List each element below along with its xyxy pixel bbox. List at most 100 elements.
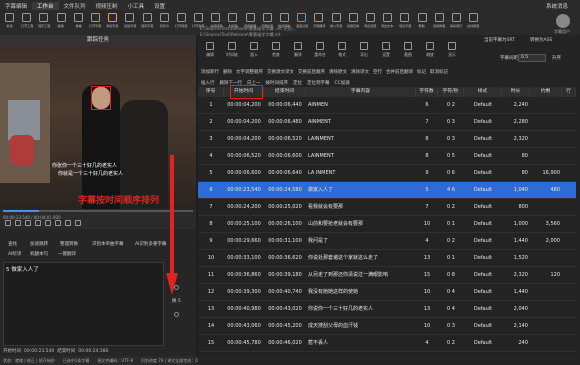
column-header[interactable]: 序号 <box>198 87 224 97</box>
panel-action-11[interactable]: 显示 <box>442 40 462 58</box>
cell-text[interactable]: AINMENT <box>308 114 414 131</box>
grid-tool2-0[interactable]: 插入行 <box>201 80 215 86</box>
toolbar-button-17[interactable]: 语音识别 <box>294 11 309 29</box>
cell-text[interactable]: 我没有她她这样的使她 <box>308 284 414 301</box>
column-header[interactable]: 样式 <box>464 87 502 97</box>
panel-action-6[interactable]: 格式 <box>332 40 352 58</box>
grid-tool-3[interactable]: 交换源文译文 <box>267 69 294 75</box>
menu-settings[interactable]: 设置 <box>149 2 170 10</box>
toolbar-button-10[interactable]: 打开视频 <box>174 11 189 29</box>
toolbar-button-27[interactable]: 在线客服 <box>466 11 481 29</box>
toolbar-button-19[interactable]: 嵌入字幕 <box>329 11 344 29</box>
panel-action-5[interactable]: 重命名 <box>310 40 330 58</box>
speed-icon[interactable] <box>55 220 61 226</box>
speed-jump-button[interactable]: 加速跳转 <box>30 241 48 247</box>
grid-tool2-5[interactable]: 定位到字幕 <box>307 80 330 86</box>
convert-ass-button[interactable]: 转换为ASS <box>530 37 552 43</box>
table-row[interactable]: 15 00:00:45,780 00:00:46,020 惹不丢人 4 0 2 Defaul… <box>198 335 576 352</box>
ai-multi-button[interactable]: AI识别多重字幕 <box>135 241 166 247</box>
ai-listen-button[interactable]: AI听译 <box>8 251 21 257</box>
menu-workbench[interactable]: 工作台 <box>32 1 59 10</box>
grid-tool-8[interactable]: 合并前后翻译 <box>386 69 413 75</box>
prev-icon[interactable] <box>25 220 31 226</box>
panel-action-2[interactable]: 插入 <box>244 40 264 58</box>
toolbar-button-8[interactable]: 保存字幕 <box>140 11 155 29</box>
panel-action-9[interactable]: 截图 <box>398 40 418 58</box>
next-icon[interactable] <box>35 220 41 226</box>
toolbar-button-6[interactable]: 添加字幕 <box>105 11 120 29</box>
toolbar-button-26[interactable]: 联系我们 <box>449 11 464 29</box>
grid-tool-7[interactable]: 空行 <box>373 69 382 75</box>
menu-video-compress[interactable]: 视频压制 <box>91 2 123 10</box>
panel-action-10[interactable]: 缩放 <box>420 40 440 58</box>
sort-order-label[interactable]: 升序 <box>552 55 561 61</box>
column-header[interactable]: 约剩 <box>530 87 562 97</box>
toolbar-button-2[interactable]: 保存工程 <box>36 11 51 29</box>
table-row[interactable]: 1 00:00:04,200 00:00:06,440 AINMEN 6 0 2 Defau… <box>198 97 576 114</box>
zoom-label[interactable]: 换 5 <box>172 298 181 304</box>
grid-tool-6[interactable]: 清除译文 <box>351 69 369 75</box>
menu-tools[interactable]: 小工具 <box>123 2 150 10</box>
panel-action-4[interactable]: 翻译 <box>288 40 308 58</box>
panel-action-3[interactable]: 检查 <box>266 40 286 58</box>
start-time-field[interactable]: 00:00:23.540 <box>24 349 54 354</box>
table-row[interactable]: 14 00:00:43,060 00:00:45,200 成天搜刮父母的血汗钱 10 0 … <box>198 318 576 335</box>
machine-translate-button[interactable]: 机翻本句 <box>30 251 48 257</box>
toolbar-button-0[interactable]: 新建 <box>2 11 17 29</box>
toolbar-button-5[interactable]: 打开字幕 <box>88 11 103 29</box>
grid-tool-5[interactable]: 清除原文 <box>329 69 347 75</box>
toolbar-button-21[interactable]: 导出音频 <box>363 11 378 29</box>
cell-text[interactable]: 做家入人了 <box>308 182 414 199</box>
toolbar-button-20[interactable]: 批量压制 <box>346 11 361 29</box>
cell-text[interactable]: LAINMENT <box>308 131 414 148</box>
toolbar-button-1[interactable]: 打开工程 <box>19 11 34 29</box>
cell-text[interactable]: AINMEN <box>308 97 414 114</box>
toolbar-button-18[interactable]: 字幕翻译 <box>311 11 326 29</box>
gap-value-field[interactable]: 0.5 <box>518 54 546 62</box>
column-header[interactable]: 字符数 <box>416 87 438 97</box>
cell-text[interactable]: 成天搜刮父母的血汗钱 <box>308 318 414 335</box>
grid-tool-4[interactable]: 交换前后顺序 <box>298 69 325 75</box>
toolbar-button-4[interactable]: 重做 <box>71 11 86 29</box>
toolbar-button-25[interactable]: 使用教程 <box>432 11 447 29</box>
grid-tool2-3[interactable]: 按时间排序 <box>266 80 289 86</box>
table-row[interactable]: 3 00:00:04,200 00:00:06,520 LAINMENT 8 0 3 Def… <box>198 131 576 148</box>
toolbar-button-22[interactable]: 导出文本 <box>380 11 395 29</box>
column-header[interactable]: 行 <box>562 87 576 97</box>
grid-tool2-6[interactable]: CC加速 <box>335 80 350 86</box>
column-header[interactable]: 字符/秒 <box>438 87 464 97</box>
cell-text[interactable]: 惹不丢人 <box>308 335 414 352</box>
table-row[interactable]: 2 00:00:04,200 00:00:06,480 AINMENT 7 0 3 Defa… <box>198 114 576 131</box>
play-icon[interactable] <box>5 220 11 226</box>
table-row[interactable]: 10 00:00:33,100 00:00:36,620 你说处那套诸这个家就这么走了… <box>198 250 576 267</box>
system-message[interactable]: 系统消息 <box>546 2 580 10</box>
table-row[interactable]: 9 00:00:29,660 00:00:31,100 我问是了 4 0 2 Default… <box>198 233 576 250</box>
cell-text[interactable]: LAINMENT <box>308 148 414 165</box>
end-time-field[interactable]: 00:00:24.580 <box>78 349 108 354</box>
grid-tool-1[interactable]: 删除 <box>223 69 232 75</box>
table-row[interactable]: 5 00:00:06,600 00:00:06,640 LA INMENT 9 0 6 De… <box>198 165 576 182</box>
one-click-translate-button[interactable]: 一键翻译 <box>58 251 76 257</box>
table-row[interactable]: 6 00:00:23,540 00:00:24,580 做家入人了 5 4 6 Defaul… <box>198 182 576 199</box>
cell-text[interactable]: 你说你一个三十好几的老实人 <box>308 301 414 318</box>
panel-action-8[interactable]: 设置 <box>376 40 396 58</box>
column-header[interactable]: 结束时间 <box>264 87 306 97</box>
avatar[interactable] <box>556 14 570 28</box>
srt-format-button[interactable]: 当前字幕为SRT <box>484 37 515 43</box>
cell-text[interactable]: 山前和要抢老就会有要那 <box>308 216 414 233</box>
toolbar-button-23[interactable]: 导出字幕 <box>397 11 412 29</box>
panel-action-0[interactable]: 编辑 <box>200 40 220 58</box>
menu-subtitle-edit[interactable]: 字幕编辑 <box>0 2 32 10</box>
volume-icon[interactable] <box>65 220 71 226</box>
zoom-out-icon[interactable] <box>174 312 179 317</box>
cell-text[interactable]: 看我就会有要那 <box>308 199 414 216</box>
stop-icon[interactable] <box>15 220 21 226</box>
grid-tool-9[interactable]: 标记 <box>417 69 426 75</box>
table-row[interactable]: 4 00:00:06,520 00:00:06,600 LAINMENT 8 0 5 Def… <box>198 148 576 165</box>
cell-text[interactable]: 你说处那套诸这个家就这么走了 <box>308 250 414 267</box>
loop-icon[interactable] <box>45 220 51 226</box>
fullscreen-icon[interactable] <box>75 220 81 226</box>
toolbar-button-3[interactable]: 撤销 <box>54 11 69 29</box>
find-button[interactable]: 查找 <box>8 241 17 247</box>
toolbar-button-24[interactable]: 帮助 <box>415 11 430 29</box>
